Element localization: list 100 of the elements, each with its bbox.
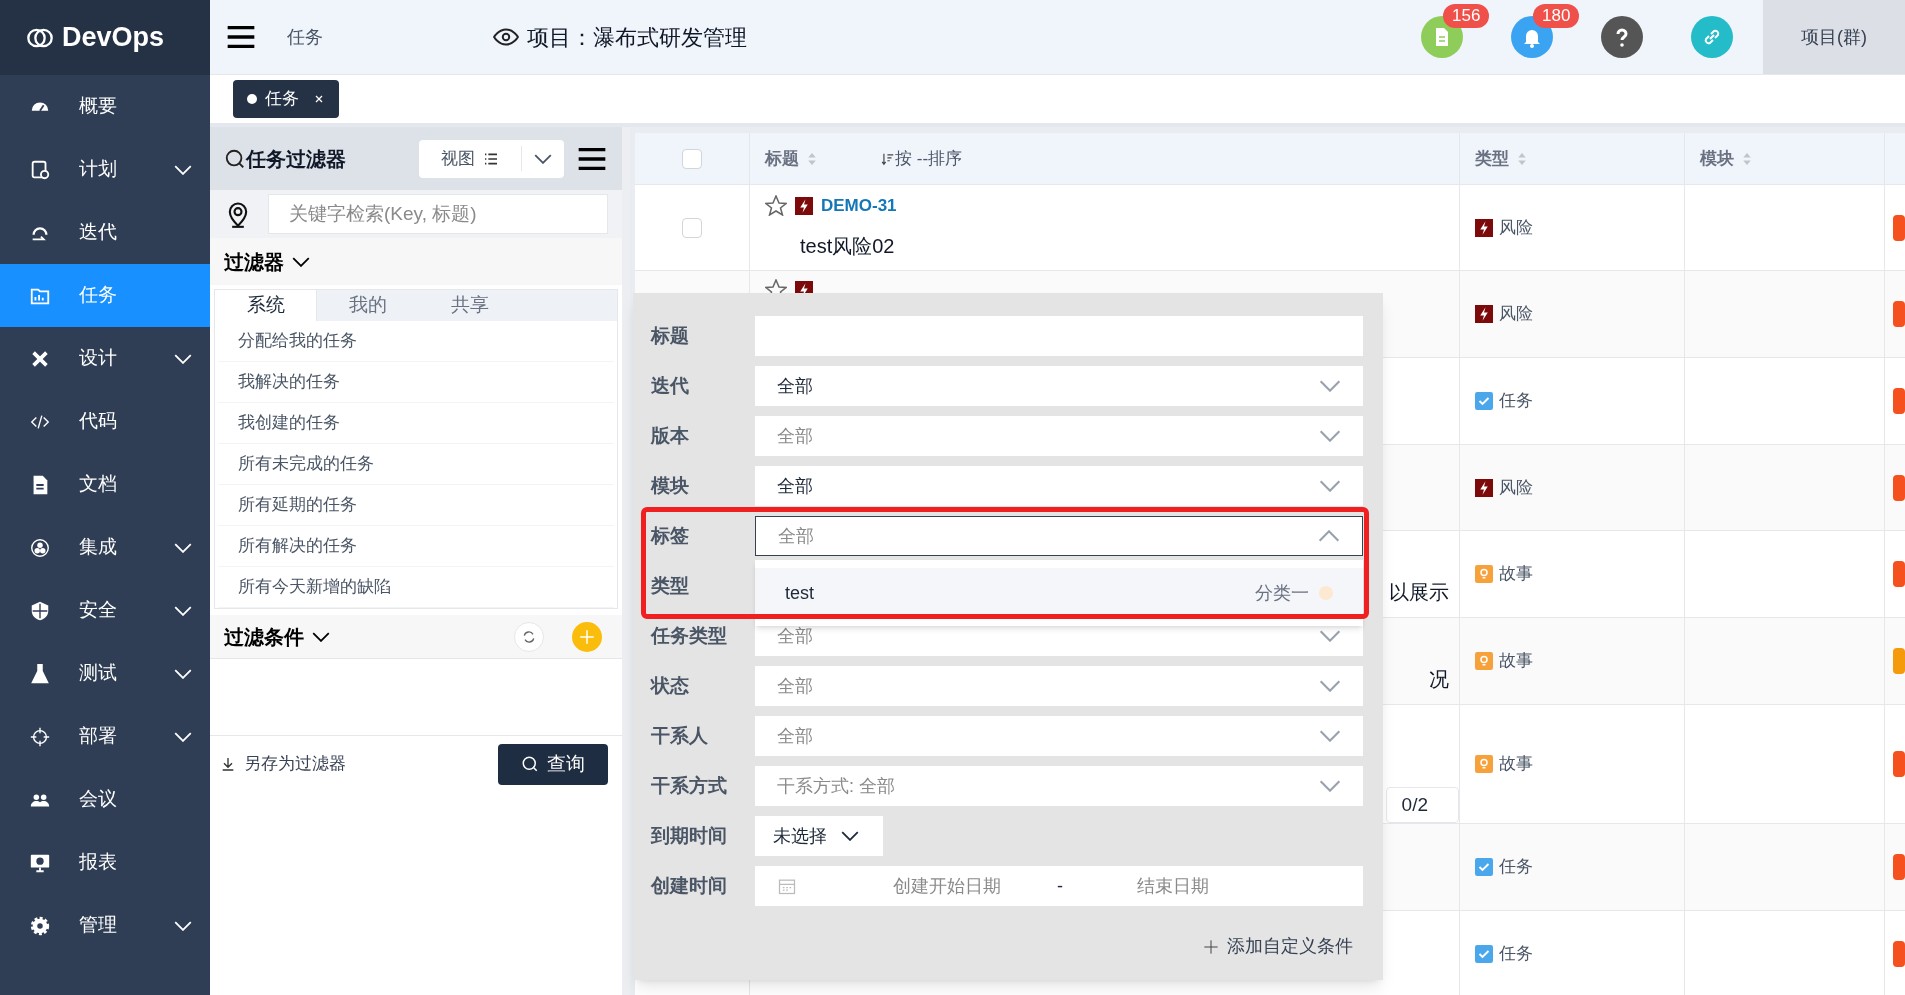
sidebar-item[interactable]: 管理 bbox=[0, 894, 210, 957]
lightning-icon bbox=[1475, 218, 1493, 237]
count-badge: 180 bbox=[1533, 4, 1580, 28]
subtask-count: 0/2 bbox=[1385, 787, 1459, 823]
checkbox-icon bbox=[1475, 945, 1493, 963]
chevron-down-icon bbox=[1319, 780, 1341, 792]
chevron-down-icon bbox=[174, 668, 192, 679]
sidebar-item[interactable]: 设计 bbox=[0, 327, 210, 390]
search-field[interactable]: 关键字检索(Key, 标题) bbox=[268, 194, 608, 234]
add-condition-button[interactable]: 添加自定义条件 bbox=[1203, 933, 1353, 960]
download-icon bbox=[220, 756, 236, 772]
flask-icon bbox=[29, 662, 51, 685]
chevron-down-icon bbox=[174, 353, 192, 364]
sidebar-item[interactable]: 迭代 bbox=[0, 201, 210, 264]
count-badge: 156 bbox=[1443, 4, 1490, 28]
filter-list-item[interactable]: 所有延期的任务 bbox=[218, 492, 357, 518]
save-filter-link[interactable]: 另存为过滤器 bbox=[220, 751, 346, 777]
column-header[interactable]: 标题 bbox=[765, 145, 799, 172]
sidebar-item[interactable]: 测试 bbox=[0, 642, 210, 705]
sidebar-item[interactable]: 安全 bbox=[0, 579, 210, 642]
sidebar-item[interactable]: 集成 bbox=[0, 516, 210, 579]
filter-tab[interactable]: 共享 bbox=[419, 290, 521, 321]
section-heading: 过滤器 bbox=[224, 249, 284, 275]
section-heading: 过滤条件 bbox=[224, 624, 304, 650]
checkbox[interactable] bbox=[682, 217, 702, 238]
issue-title: 况 bbox=[1429, 667, 1449, 692]
lightning-icon bbox=[1475, 305, 1493, 323]
field-label: 迭代 bbox=[651, 373, 690, 398]
checkbox-icon bbox=[1475, 392, 1493, 410]
column-header[interactable]: 模块 bbox=[1700, 145, 1734, 172]
filter-list-item[interactable]: 所有今天新增的缺陷 bbox=[218, 574, 391, 600]
chevron-down-icon bbox=[174, 164, 192, 175]
sidebar-item[interactable]: 部署 bbox=[0, 705, 210, 768]
select-field[interactable]: 全部 bbox=[755, 416, 1363, 456]
type-label: 风险 bbox=[1499, 476, 1533, 499]
select-field[interactable]: 干系方式: 全部 bbox=[755, 766, 1363, 806]
filter-list-item[interactable]: 所有未完成的任务 bbox=[218, 451, 374, 477]
add-button[interactable] bbox=[572, 621, 602, 652]
view-button[interactable]: 视图 bbox=[419, 139, 564, 178]
type-label: 故事 bbox=[1499, 753, 1533, 776]
settings-icon bbox=[29, 914, 51, 937]
refresh-icon bbox=[521, 628, 537, 645]
filter-list-item[interactable]: 我创建的任务 bbox=[218, 410, 340, 436]
chevron-down-icon bbox=[174, 731, 192, 742]
filter-tab[interactable]: 系统 bbox=[215, 290, 317, 321]
field-label: 类型 bbox=[651, 573, 690, 598]
breadcrumb: 任务 bbox=[287, 25, 323, 49]
select-field[interactable]: 全部 bbox=[755, 516, 1363, 556]
filter-tab[interactable]: 我的 bbox=[317, 290, 419, 321]
help-button[interactable] bbox=[1601, 16, 1643, 58]
column-header[interactable]: 类型 bbox=[1475, 145, 1509, 172]
type-label: 故事 bbox=[1499, 650, 1533, 673]
calendar-icon bbox=[29, 158, 51, 181]
issue-key-link[interactable]: DEMO-31 bbox=[821, 193, 897, 219]
chevron-down-icon bbox=[174, 542, 192, 553]
close-icon bbox=[313, 93, 325, 105]
lightbulb-icon bbox=[1475, 755, 1493, 773]
field-label: 模块 bbox=[651, 473, 690, 498]
sidebar-item[interactable]: 报表 bbox=[0, 831, 210, 894]
type-label: 任务 bbox=[1499, 943, 1533, 966]
sort-button[interactable]: 按 --排序 bbox=[881, 145, 963, 172]
chevron-down-icon bbox=[1319, 380, 1341, 392]
date-range-field[interactable]: 创建开始日期 - 结束日期 bbox=[755, 866, 1363, 906]
filter-list-item[interactable]: 所有解决的任务 bbox=[218, 533, 357, 559]
sidebar-item[interactable]: 会议 bbox=[0, 768, 210, 831]
field-label: 标题 bbox=[651, 323, 690, 348]
link-button[interactable] bbox=[1691, 16, 1733, 58]
filter-list-item[interactable]: 我解决的任务 bbox=[218, 369, 340, 395]
filter-list-item[interactable]: 分配给我的任务 bbox=[218, 328, 357, 354]
chevron-down-icon bbox=[174, 920, 192, 931]
text-field[interactable] bbox=[755, 316, 1363, 356]
select-field[interactable]: 全部 bbox=[755, 466, 1363, 506]
select-field[interactable]: 全部 bbox=[755, 366, 1363, 406]
field-label: 版本 bbox=[651, 423, 690, 448]
sidebar-item[interactable]: 文档 bbox=[0, 453, 210, 516]
shield-icon bbox=[29, 599, 51, 622]
project-group-button[interactable]: 项目(群) bbox=[1763, 0, 1905, 74]
chevron-down-icon bbox=[312, 631, 330, 642]
field-label: 到期时间 bbox=[651, 823, 728, 848]
type-label: 风险 bbox=[1499, 303, 1533, 326]
query-button[interactable]: 查询 bbox=[498, 743, 608, 785]
checkbox[interactable] bbox=[682, 148, 702, 169]
sidebar-item[interactable]: 计划 bbox=[0, 138, 210, 201]
refresh-button[interactable] bbox=[514, 621, 544, 652]
chevron-down-icon bbox=[841, 831, 859, 841]
page-tab[interactable]: 任务 bbox=[233, 80, 339, 118]
field-label: 状态 bbox=[651, 673, 690, 698]
panel-title: 任务过滤器 bbox=[246, 146, 346, 172]
select-field[interactable]: 全部 bbox=[755, 666, 1363, 706]
chevron-down-icon bbox=[534, 153, 552, 164]
issue-title[interactable]: test风险02 bbox=[800, 230, 1444, 261]
field-label: 创建时间 bbox=[651, 873, 728, 898]
plus-icon bbox=[578, 627, 596, 646]
sidebar-item[interactable]: 概要 bbox=[0, 75, 210, 138]
dropdown-button[interactable]: 未选择 bbox=[755, 816, 883, 856]
type-label: 风险 bbox=[1499, 216, 1533, 239]
sidebar-item[interactable]: 代码 bbox=[0, 390, 210, 453]
chevron-down-icon bbox=[1319, 630, 1341, 642]
select-field[interactable]: 全部 bbox=[755, 716, 1363, 756]
lightbulb-icon bbox=[1475, 565, 1493, 583]
